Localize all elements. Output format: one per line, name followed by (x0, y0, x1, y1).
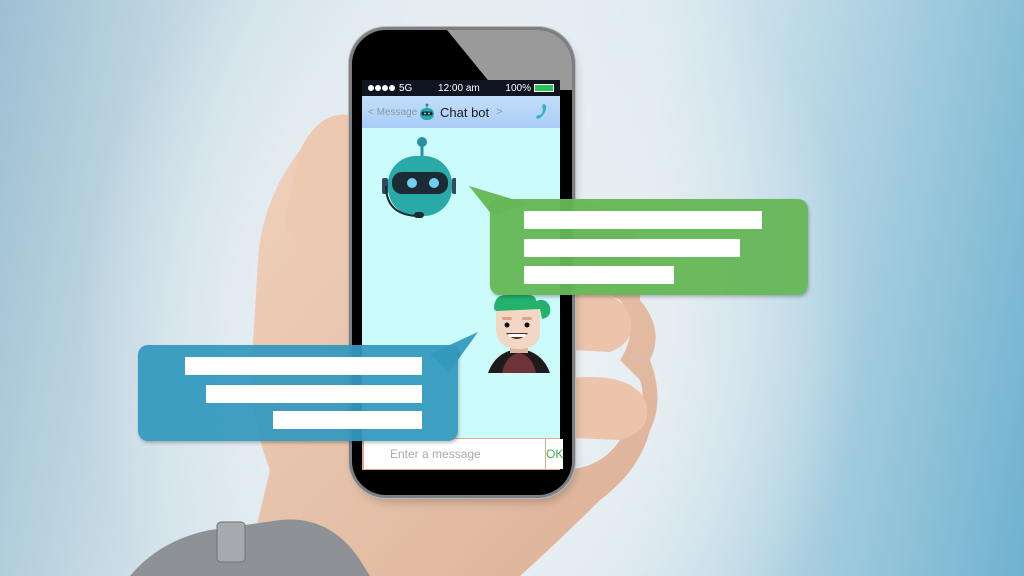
signal-dot-icon (375, 85, 381, 91)
message-composer: OK (362, 438, 564, 470)
user-message-bubble (138, 345, 458, 441)
signal-dot-icon (389, 85, 395, 91)
message-input[interactable] (364, 439, 545, 469)
robot-mini-icon (420, 103, 434, 120)
robot-avatar-icon (382, 137, 456, 218)
chat-title-text: Chat bot (440, 104, 490, 120)
signal-dot-icon (368, 85, 374, 91)
user-avatar-icon (488, 295, 551, 373)
battery-icon (534, 84, 554, 92)
chat-header: < Message Chat bot > (362, 96, 560, 128)
finger-2 (572, 376, 648, 440)
text-line-placeholder (524, 266, 674, 284)
back-button[interactable]: < Message (368, 107, 417, 118)
watch-buckle (216, 521, 246, 563)
signal-indicator: 5G (368, 83, 412, 94)
bot-message-bubble (490, 199, 808, 295)
chat-title[interactable]: Chat bot > (418, 103, 503, 121)
clock: 12:00 am (438, 82, 480, 94)
text-line-placeholder (206, 385, 422, 403)
text-line-placeholder (185, 357, 422, 375)
text-line-placeholder (273, 411, 422, 429)
signal-dot-icon (382, 85, 388, 91)
network-type: 5G (399, 82, 413, 94)
battery-percent: 100% (505, 82, 531, 94)
chevron-right-icon: > (496, 106, 503, 118)
send-ok-button[interactable]: OK (545, 439, 564, 469)
phone-call-icon[interactable] (534, 102, 550, 122)
status-bar: 5G 12:00 am 100% (362, 80, 560, 96)
battery-indicator: 100% (505, 83, 554, 94)
text-line-placeholder (524, 211, 762, 229)
text-line-placeholder (524, 239, 740, 257)
